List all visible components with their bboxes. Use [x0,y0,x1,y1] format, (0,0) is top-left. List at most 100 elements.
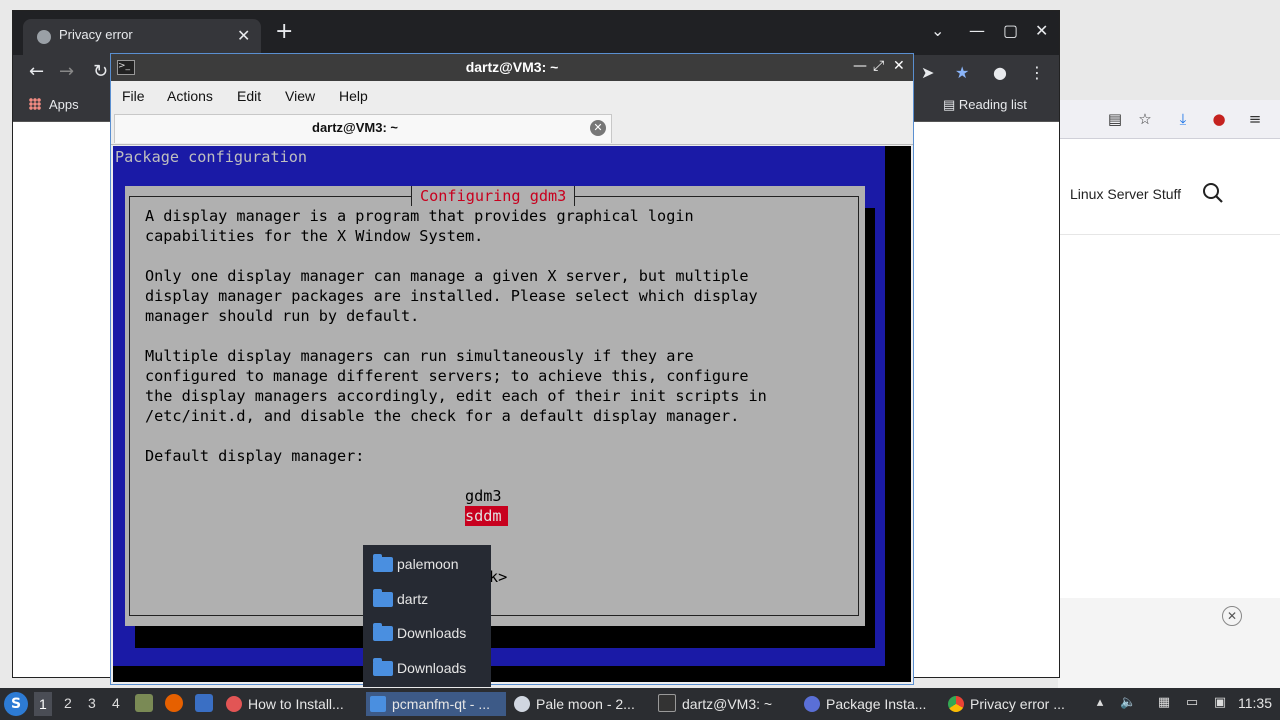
package-icon [804,696,820,712]
dialog-title: Configuring gdm3 [411,186,576,206]
dialog-body-text: A display manager is a program that prov… [145,207,767,465]
search-icon[interactable] [1202,182,1224,204]
apps-label: Apps [49,97,79,112]
folder-icon [370,696,386,712]
task-label: dartz@VM3: ~ [682,696,773,712]
task-label: pcmanfm-qt - ... [392,696,491,712]
reading-list-icon: ▤ [943,97,959,112]
background-browser-page: ▤ ☆ ⤓ ● ≡ Linux Server Stuff ✕ [1058,100,1280,688]
menu-bar: File Actions Edit View Help [111,81,913,111]
clipboard-icon[interactable]: ▦ [1156,695,1172,711]
menu-actions[interactable]: Actions [167,88,213,104]
popup-item-palemoon[interactable]: palemoon [363,547,491,581]
tab-search-icon[interactable]: ⌄ [931,21,944,40]
maximize-icon[interactable]: ▢ [1003,21,1018,40]
profile-icon[interactable]: ● [993,63,1007,82]
firefox-launcher-icon[interactable] [165,694,183,712]
popup-item-downloads-2[interactable]: Downloads [363,651,491,685]
reading-list-label: Reading list [958,97,1027,112]
bookmark-star-icon[interactable]: ☆ [1136,110,1154,128]
back-icon[interactable]: ← [29,61,44,82]
tab-privacy-error[interactable]: Privacy error ✕ [23,19,261,55]
menu-help[interactable]: Help [339,88,368,104]
taskbar: S 1 2 3 4 How to Install... pcmanfm-qt -… [0,688,1280,720]
reading-list-button[interactable]: ▤ Reading list [943,97,1027,113]
ok-button[interactable]: k> [489,568,507,586]
minimize-icon[interactable]: — [969,21,985,40]
site-nav-link[interactable]: Linux Server Stuff [1070,186,1181,202]
menu-edit[interactable]: Edit [237,88,261,104]
menu-file[interactable]: File [122,88,145,104]
globe-icon [37,30,51,44]
reader-view-icon[interactable]: ▤ [1106,110,1124,128]
task-label: How to Install... [248,696,344,712]
terminal-screen[interactable]: Package configuration Configuring gdm3 A… [113,146,911,682]
workspace-1[interactable]: 1 [34,692,52,716]
volume-icon[interactable]: 🔈 [1120,695,1136,711]
terminal-tab-bar: dartz@VM3: ~ ✕ [111,112,913,145]
popup-item-dartz[interactable]: dartz [363,582,491,616]
maximize-icon[interactable]: ⤢ [873,58,884,74]
new-tab-button[interactable]: + [275,21,293,43]
popup-item-label: Downloads [397,660,467,676]
task-pcmanfm-qt[interactable]: pcmanfm-qt - ... [366,692,506,716]
reload-icon[interactable]: ↻ [93,61,108,82]
send-icon[interactable]: ➤ [921,63,934,82]
desktop-launcher-icon[interactable] [195,694,213,712]
terminal-window: >_ dartz@VM3: ~ — ⤢ ✕ File Actions Edit … [110,53,914,685]
close-tab-icon[interactable]: ✕ [590,120,606,136]
configure-dialog: Configuring gdm3 A display manager is a … [125,186,865,626]
close-ad-icon[interactable]: ✕ [1222,606,1242,626]
background-toolbar: ▤ ☆ ⤓ ● ≡ [1058,100,1280,139]
close-icon[interactable]: ✕ [893,58,905,74]
close-window-icon[interactable]: ✕ [1035,21,1048,40]
folder-popup-menu: palemoon dartz Downloads Downloads [363,545,491,687]
option-sddm[interactable]: sddm [465,506,508,526]
apps-grid-icon [29,98,41,110]
task-how-to-install[interactable]: How to Install... [222,692,362,716]
minimize-icon[interactable]: — [853,58,867,74]
workspace-4[interactable]: 4 [112,695,120,711]
task-privacy-error[interactable]: Privacy error ... [944,692,1084,716]
terminal-titlebar[interactable]: >_ dartz@VM3: ~ — ⤢ ✕ [111,54,913,81]
start-menu-icon[interactable]: S [4,692,28,716]
task-label: Privacy error ... [970,696,1065,712]
display-icon[interactable]: ▭ [1184,695,1200,711]
folder-icon [373,554,393,572]
task-package-installer[interactable]: Package Insta... [800,692,940,716]
apps-shortcut[interactable]: Apps [29,97,79,112]
menu-view[interactable]: View [285,88,315,104]
folder-icon [373,623,393,641]
extension-icon[interactable]: ● [1210,110,1228,128]
tab-title: Privacy error [59,27,133,42]
download-icon[interactable]: ⤓ [1174,110,1192,128]
popup-item-label: Downloads [397,625,467,641]
hamburger-menu-icon[interactable]: ≡ [1246,110,1264,128]
close-tab-icon[interactable]: ✕ [237,26,250,45]
kebab-menu-icon[interactable]: ⋮ [1029,63,1045,82]
popup-item-downloads[interactable]: Downloads [363,616,491,650]
chrome-icon [948,696,964,712]
debconf-dialog-screen: Package configuration Configuring gdm3 A… [113,146,885,666]
task-pale-moon[interactable]: Pale moon - 2... [510,692,650,716]
option-gdm3[interactable]: gdm3 [465,486,502,506]
popup-item-label: dartz [397,591,429,607]
terminal-icon [658,694,676,712]
workspace-3[interactable]: 3 [88,695,96,711]
folder-icon [373,658,393,676]
task-terminal[interactable]: dartz@VM3: ~ [654,692,794,716]
network-icon[interactable]: ▣ [1212,695,1228,711]
package-config-header: Package configuration [115,148,308,166]
workspace-2[interactable]: 2 [64,695,72,711]
bookmark-star-icon[interactable]: ★ [955,63,969,82]
divider [1058,234,1280,235]
tab-strip: Privacy error ✕ + ⌄ — ▢ ✕ [13,11,1059,55]
firefox-icon [226,696,242,712]
folder-icon [373,589,393,607]
task-label: Pale moon - 2... [536,696,635,712]
terminal-tab[interactable]: dartz@VM3: ~ ✕ [114,114,612,143]
forward-icon[interactable]: → [59,61,74,82]
ad-banner [1058,598,1280,688]
tray-up-arrow-icon[interactable]: ▴ [1092,695,1108,711]
file-manager-launcher-icon[interactable] [135,694,153,712]
